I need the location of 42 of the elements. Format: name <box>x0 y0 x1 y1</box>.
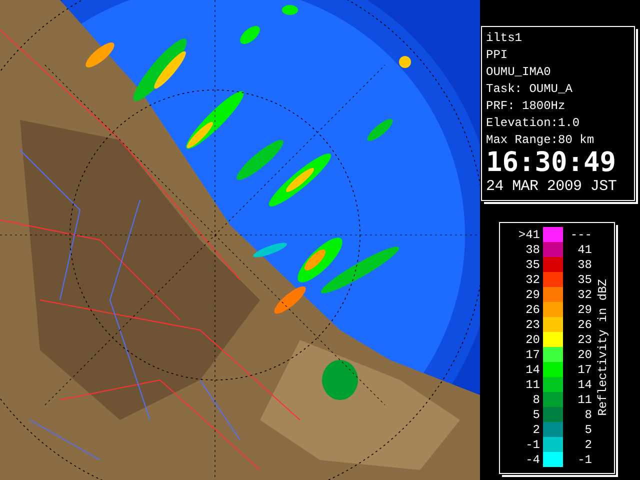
legend-label: 2 <box>532 422 540 436</box>
info-text: ilts1 <box>486 30 524 47</box>
legend-label: 20 <box>524 332 540 346</box>
legend-label: -4 <box>524 452 540 466</box>
info-text: PPI <box>486 47 509 64</box>
legend-title: Reflectivity in dBZ <box>596 278 610 416</box>
legend-label: 35 <box>576 272 592 286</box>
info-text: OUMU_IMA0 <box>486 64 552 81</box>
legend-label: 23 <box>576 332 592 346</box>
legend-label: 23 <box>524 318 540 332</box>
date-text: 24 MAR 2009 JST <box>486 177 617 197</box>
legend-label: 8 <box>532 392 540 406</box>
legend-label: 38 <box>524 242 540 256</box>
legend-label: 29 <box>524 288 540 302</box>
info-text: Elevation:1.0 <box>486 115 581 132</box>
legend-label: 26 <box>576 318 592 332</box>
legend-label: 17 <box>524 348 540 362</box>
legend-label: 35 <box>524 258 540 272</box>
legend-label: 11 <box>524 378 540 392</box>
legend-label: -1 <box>576 452 592 466</box>
legend-label: --- <box>569 228 592 242</box>
legend-label: 5 <box>532 408 540 422</box>
legend-label: 29 <box>576 302 592 316</box>
legend-label: 8 <box>584 408 592 422</box>
legend-label: 11 <box>576 392 592 406</box>
legend-label: >41 <box>517 228 540 242</box>
legend-label: 26 <box>524 302 540 316</box>
legend-label: 14 <box>576 378 592 392</box>
legend-label: 20 <box>576 348 592 362</box>
info-text: PRF: 1800Hz <box>486 98 566 115</box>
legend-label: 17 <box>576 362 592 376</box>
time-text: 16:30:49 <box>486 149 618 177</box>
legend-label: 14 <box>524 362 540 376</box>
legend-label: 32 <box>524 272 540 286</box>
info-text: Max Range:80 km <box>486 132 596 149</box>
info-text: Task: OUMU_A <box>486 81 574 98</box>
legend-label: 5 <box>584 422 592 436</box>
legend-label: 2 <box>584 438 592 452</box>
legend-label: -1 <box>524 438 540 452</box>
legend-label: 38 <box>576 258 592 272</box>
legend-label: 41 <box>576 242 592 256</box>
legend-label: 32 <box>576 288 592 302</box>
